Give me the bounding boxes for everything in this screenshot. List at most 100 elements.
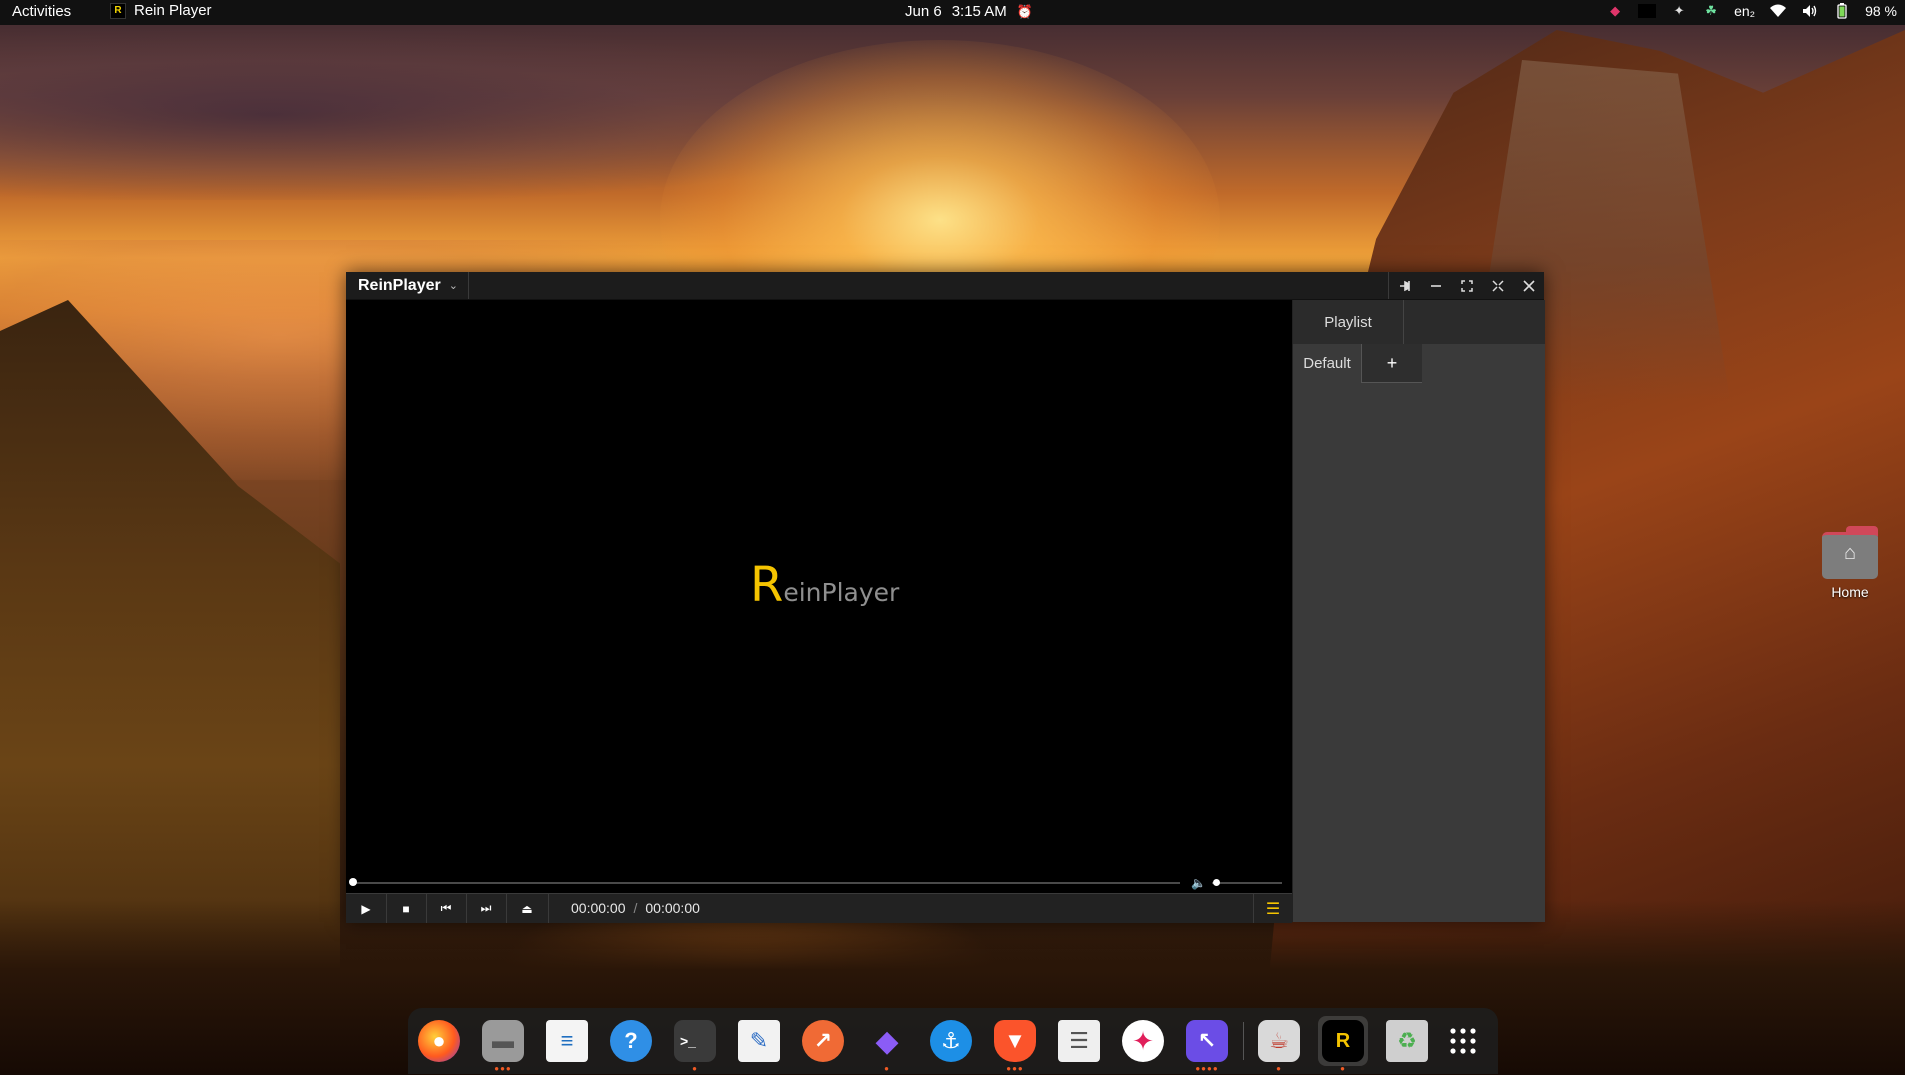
network-tray-icon[interactable]: ☘ (1702, 2, 1720, 20)
show-apps-button[interactable] (1438, 1016, 1488, 1066)
control-bar: ▶ ■ ⏮ ⏭ ⏏ 00:00:00 / 00:00:00 ☰ (346, 893, 1292, 923)
files-launcher[interactable]: ▬ ●●● (478, 1016, 528, 1073)
playlist-panel: Playlist Default + (1292, 300, 1545, 922)
slack-icon: ✦ (1122, 1020, 1164, 1062)
reinplayer-app-icon: R (110, 2, 126, 19)
home-label: Home (1831, 584, 1869, 600)
alarm-icon: ⏰ (1016, 3, 1033, 19)
postman-launcher[interactable]: ↗ (798, 1016, 848, 1066)
running-indicator: ● (692, 1064, 698, 1073)
running-indicator: ● (884, 1064, 890, 1073)
app-menu[interactable]: R Rein Player (110, 2, 212, 19)
play-button[interactable]: ▶ (346, 894, 387, 923)
playlist-tab-default[interactable]: Default (1293, 344, 1361, 382)
fullscreen-button[interactable] (1451, 272, 1482, 299)
text-editor-icon: ✎ (738, 1020, 780, 1062)
brave-icon: ▼ (994, 1020, 1036, 1062)
brave-launcher[interactable]: ▼ ●●● (990, 1016, 1040, 1073)
chevron-down-icon: ⌄ (448, 280, 458, 292)
previous-button[interactable]: ⏮ (426, 894, 467, 923)
tab-playlist[interactable]: Playlist (1293, 300, 1404, 344)
trash-launcher[interactable]: ♻ (1382, 1016, 1432, 1066)
home-folder-icon: ⌂ (1822, 526, 1878, 579)
help-launcher[interactable]: ? (606, 1016, 656, 1066)
next-button[interactable]: ⏭ (466, 894, 507, 923)
slack-launcher[interactable]: ✦ (1118, 1016, 1168, 1066)
window-controls (1388, 272, 1544, 299)
reinplayer-logo: ReinPlayer (750, 557, 899, 613)
dock: ● ▬ ●●● ≡ ? >_ ● ✎ ↗ ◆ ● ⚓ ▼ ●●● ☰ ✦ ↖ ●… (408, 1008, 1498, 1074)
help-icon: ? (610, 1020, 652, 1062)
activities-button[interactable]: Activities (12, 3, 71, 20)
pin-icon[interactable] (1389, 272, 1420, 299)
hamburger-menu-icon[interactable]: ☰ (1253, 894, 1292, 923)
close-button[interactable] (1513, 272, 1544, 299)
top-bar: Activities R Rein Player Jun 6 3:15 AM ⏰… (0, 0, 1905, 25)
writer-icon: ≡ (546, 1020, 588, 1062)
desktop-home-icon[interactable]: ⌂ Home (1815, 526, 1885, 600)
eject-button[interactable]: ⏏ (506, 894, 549, 923)
files-icon: ▬ (482, 1020, 524, 1062)
time-separator: / (633, 900, 638, 916)
app-menu-label: Rein Player (134, 2, 212, 19)
obsidian-launcher[interactable]: ◆ ● (862, 1016, 912, 1073)
text-editor-launcher[interactable]: ✎ (734, 1016, 784, 1066)
obsidian-icon: ◆ (875, 1024, 899, 1058)
grid-icon (1442, 1020, 1484, 1062)
volume-slider[interactable] (1212, 882, 1282, 884)
black-indicator-icon[interactable] (1638, 2, 1657, 20)
terminal-icon: >_ (674, 1020, 716, 1062)
battery-percent: 98 % (1865, 3, 1897, 19)
firefox-launcher[interactable]: ● (414, 1016, 464, 1066)
seek-bar[interactable] (352, 882, 1180, 884)
writer-launcher[interactable]: ≡ (542, 1016, 592, 1066)
total-time: 00:00:00 (645, 900, 700, 916)
pointer-tool-launcher[interactable]: ↖ ●●●● (1182, 1016, 1232, 1073)
running-indicator: ● (1340, 1064, 1346, 1073)
java-ide-launcher[interactable]: ☕ ● (1254, 1016, 1304, 1073)
keyboard-layout[interactable]: en₂ (1734, 3, 1755, 19)
terminal-launcher[interactable]: >_ ● (670, 1016, 720, 1073)
pointer-tool-icon: ↖ (1186, 1020, 1228, 1062)
running-indicator: ●●● (1006, 1064, 1024, 1073)
seek-handle[interactable] (349, 878, 357, 886)
clock-time: 3:15 AM (951, 3, 1007, 20)
battery-icon[interactable] (1833, 2, 1851, 20)
house-icon: ⌂ (1843, 542, 1857, 564)
system-tray: ◆ ✦ ☘ en₂ 98 % (1606, 2, 1897, 20)
reinplayer-launcher[interactable]: R ● (1318, 1016, 1368, 1073)
video-area[interactable]: ReinPlayer (346, 300, 1292, 873)
window-title-menu[interactable]: ReinPlayer ⌄ (346, 272, 469, 299)
running-indicator: ● (1276, 1064, 1282, 1073)
dock-separator (1243, 1022, 1244, 1060)
docker-launcher[interactable]: ⚓ (926, 1016, 976, 1066)
seek-row: 🔈 (346, 873, 1292, 893)
wifi-icon[interactable] (1769, 2, 1787, 20)
document-viewer-icon: ☰ (1058, 1020, 1100, 1062)
maximize-button[interactable] (1482, 272, 1513, 299)
reinplayer-window: ReinPlayer ⌄ ReinPlayer 🔈 ▶ ■ ⏮ ⏭ ⏏ 00:0… (346, 272, 1545, 923)
volume-handle[interactable] (1213, 879, 1220, 886)
docker-icon: ⚓ (930, 1020, 972, 1062)
add-playlist-button[interactable]: + (1361, 344, 1422, 383)
clock[interactable]: Jun 6 3:15 AM ⏰ (905, 3, 1033, 20)
window-titlebar[interactable]: ReinPlayer ⌄ (346, 272, 1544, 300)
trash-icon: ♻ (1386, 1020, 1428, 1062)
postman-icon: ↗ (802, 1020, 844, 1062)
document-viewer-launcher[interactable]: ☰ (1054, 1016, 1104, 1066)
mute-icon[interactable]: 🔈 (1191, 876, 1206, 890)
volume-icon[interactable] (1801, 2, 1819, 20)
app-indicator-icon[interactable]: ◆ (1606, 2, 1624, 20)
stop-button[interactable]: ■ (386, 894, 427, 923)
time-display: 00:00:00 / 00:00:00 (571, 900, 700, 916)
current-time: 00:00:00 (571, 900, 626, 916)
clock-date: Jun 6 (905, 3, 942, 20)
reinplayer-icon: R (1322, 1020, 1364, 1062)
slack-tray-icon[interactable]: ✦ (1670, 2, 1688, 20)
logo-initial: R (750, 557, 784, 613)
playlist-subtabs: Default + (1293, 344, 1545, 383)
firefox-icon: ● (418, 1020, 460, 1062)
minimize-button[interactable] (1420, 272, 1451, 299)
running-indicator: ●●●● (1195, 1064, 1219, 1073)
running-indicator: ●●● (494, 1064, 512, 1073)
